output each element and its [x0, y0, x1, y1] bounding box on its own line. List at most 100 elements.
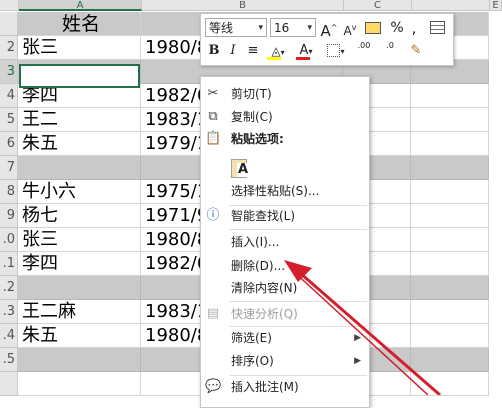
cell[interactable] — [411, 324, 489, 348]
column-header-e[interactable]: E — [490, 0, 502, 11]
decrease-decimal-icon: .0 — [386, 41, 394, 50]
row-header[interactable]: .0 — [0, 228, 18, 252]
row-header[interactable]: .3 — [0, 300, 18, 324]
increase-font-size-button[interactable]: A^ — [320, 18, 338, 40]
borders-button[interactable]: ▾ — [324, 41, 348, 61]
name-cell[interactable] — [18, 372, 141, 396]
cell[interactable] — [411, 372, 489, 396]
cell-style-button[interactable] — [362, 18, 384, 38]
menu-item-delete[interactable]: 删除(D)... — [201, 255, 369, 277]
menu-item-cut[interactable]: ✂ 剪切(T) — [201, 83, 369, 105]
row-header[interactable]: .2 — [0, 276, 18, 300]
row-header[interactable]: 2 — [0, 36, 18, 60]
name-cell[interactable] — [18, 276, 141, 300]
menu-item-clear-contents-label: 清除内容(N) — [231, 281, 298, 295]
row-header[interactable] — [0, 372, 18, 396]
menu-item-sort[interactable]: 排序(O) ▶ — [201, 350, 369, 372]
row-header[interactable]: 4 — [0, 84, 18, 108]
cell[interactable] — [411, 84, 489, 108]
format-table-button[interactable] — [427, 18, 447, 38]
font-size-select[interactable]: 16 ▾ — [270, 18, 316, 37]
cell[interactable] — [411, 348, 489, 372]
menu-item-paste-special[interactable]: 选择性粘贴(S)... — [201, 180, 369, 202]
name-cell[interactable]: 王二麻 — [18, 300, 141, 324]
row-header[interactable]: .5 — [0, 348, 18, 372]
smart-lookup-icon: ⓘ — [206, 208, 220, 223]
fill-color-button[interactable]: ◬▾ — [265, 41, 291, 61]
cell[interactable] — [411, 228, 489, 252]
cell[interactable] — [411, 156, 489, 180]
menu-item-copy[interactable]: ⧉ 复制(C) — [201, 106, 369, 128]
column-header-a[interactable]: A — [19, 0, 142, 11]
align-center-icon: ≡ — [247, 43, 259, 58]
row-header[interactable] — [0, 12, 18, 36]
name-cell[interactable]: 张三 — [18, 228, 141, 252]
row-header[interactable]: 5 — [0, 108, 18, 132]
chevron-down-icon: ▾ — [258, 23, 263, 33]
submenu-arrow-icon: ▶ — [354, 356, 361, 366]
decrease-decimal-button[interactable]: .0 — [379, 41, 401, 61]
format-painter-button[interactable]: ✎ — [407, 41, 425, 61]
increase-decimal-button[interactable]: .00 — [353, 41, 375, 61]
decrease-font-size-button[interactable]: Av — [341, 18, 359, 38]
name-cell[interactable]: 李四 — [18, 252, 141, 276]
font-color-button[interactable]: A▾ — [294, 41, 318, 61]
cell[interactable] — [411, 108, 489, 132]
font-size-value: 16 — [274, 21, 290, 35]
name-cell[interactable]: 朱五 — [18, 324, 141, 348]
row-header[interactable]: .4 — [0, 324, 18, 348]
column-header-c[interactable]: C — [344, 0, 412, 11]
menu-item-insert[interactable]: 插入(I)... — [201, 231, 369, 253]
menu-item-clear-contents[interactable]: 清除内容(N) — [201, 277, 369, 299]
increase-decimal-icon: .00 — [357, 41, 371, 50]
menu-item-filter[interactable]: 筛选(E) ▶ — [201, 327, 369, 349]
table-grid-icon — [429, 21, 445, 34]
name-cell[interactable]: 张三 — [18, 36, 141, 60]
menu-item-insert-label: 插入(I)... — [231, 235, 280, 249]
cell[interactable] — [411, 204, 489, 228]
row-header[interactable]: 7 — [0, 156, 18, 180]
shrink-font-icon: A — [343, 24, 352, 38]
font-name-select[interactable]: 等线 ▾ — [205, 18, 267, 37]
scissors-icon: ✂ — [207, 86, 219, 101]
menu-separator — [229, 301, 367, 302]
corner-cell[interactable] — [0, 0, 19, 11]
paintbrush-icon: ✎ — [410, 43, 422, 58]
row-header[interactable]: 8 — [0, 180, 18, 204]
cell[interactable] — [411, 300, 489, 324]
name-cell[interactable]: 朱五 — [18, 132, 141, 156]
chevron-down-icon: ▾ — [308, 47, 313, 56]
cell[interactable] — [411, 276, 489, 300]
column-header-b[interactable]: B — [142, 0, 344, 11]
row-header[interactable]: .1 — [0, 252, 18, 276]
percent-style-button[interactable]: % — [389, 18, 405, 38]
row-header[interactable]: 9 — [0, 204, 18, 228]
name-column-header[interactable]: 姓名 — [18, 12, 141, 36]
italic-button[interactable]: I — [227, 41, 239, 61]
comma-style-button[interactable]: , — [408, 18, 420, 38]
cell[interactable] — [411, 132, 489, 156]
menu-item-smart-lookup[interactable]: ⓘ 智能查找(L) — [201, 205, 369, 227]
menu-item-delete-label: 删除(D)... — [231, 259, 286, 273]
name-cell[interactable]: 牛小六 — [18, 180, 141, 204]
menu-item-filter-label: 筛选(E) — [231, 331, 272, 345]
grow-font-icon: A — [320, 22, 331, 40]
name-cell[interactable] — [18, 156, 141, 180]
row-header[interactable]: 6 — [0, 132, 18, 156]
cell-style-icon — [365, 21, 381, 34]
bold-button[interactable]: B — [207, 41, 221, 61]
name-cell[interactable]: 杨七 — [18, 204, 141, 228]
cell[interactable] — [411, 252, 489, 276]
chevron-down-icon: ▾ — [280, 48, 285, 57]
menu-item-smart-lookup-label: 智能查找(L) — [231, 209, 296, 223]
column-header-d[interactable] — [412, 0, 490, 11]
comment-icon: 💬 — [205, 379, 222, 394]
active-cell-a3[interactable] — [19, 64, 140, 88]
align-center-button[interactable]: ≡ — [245, 41, 261, 61]
menu-item-paste-special-label: 选择性粘贴(S)... — [231, 184, 320, 198]
paste-values-button[interactable]: A — [229, 157, 251, 181]
cell[interactable] — [411, 180, 489, 204]
name-cell[interactable] — [18, 348, 141, 372]
name-cell[interactable]: 王二 — [18, 108, 141, 132]
row-header[interactable]: 3 — [0, 60, 18, 84]
